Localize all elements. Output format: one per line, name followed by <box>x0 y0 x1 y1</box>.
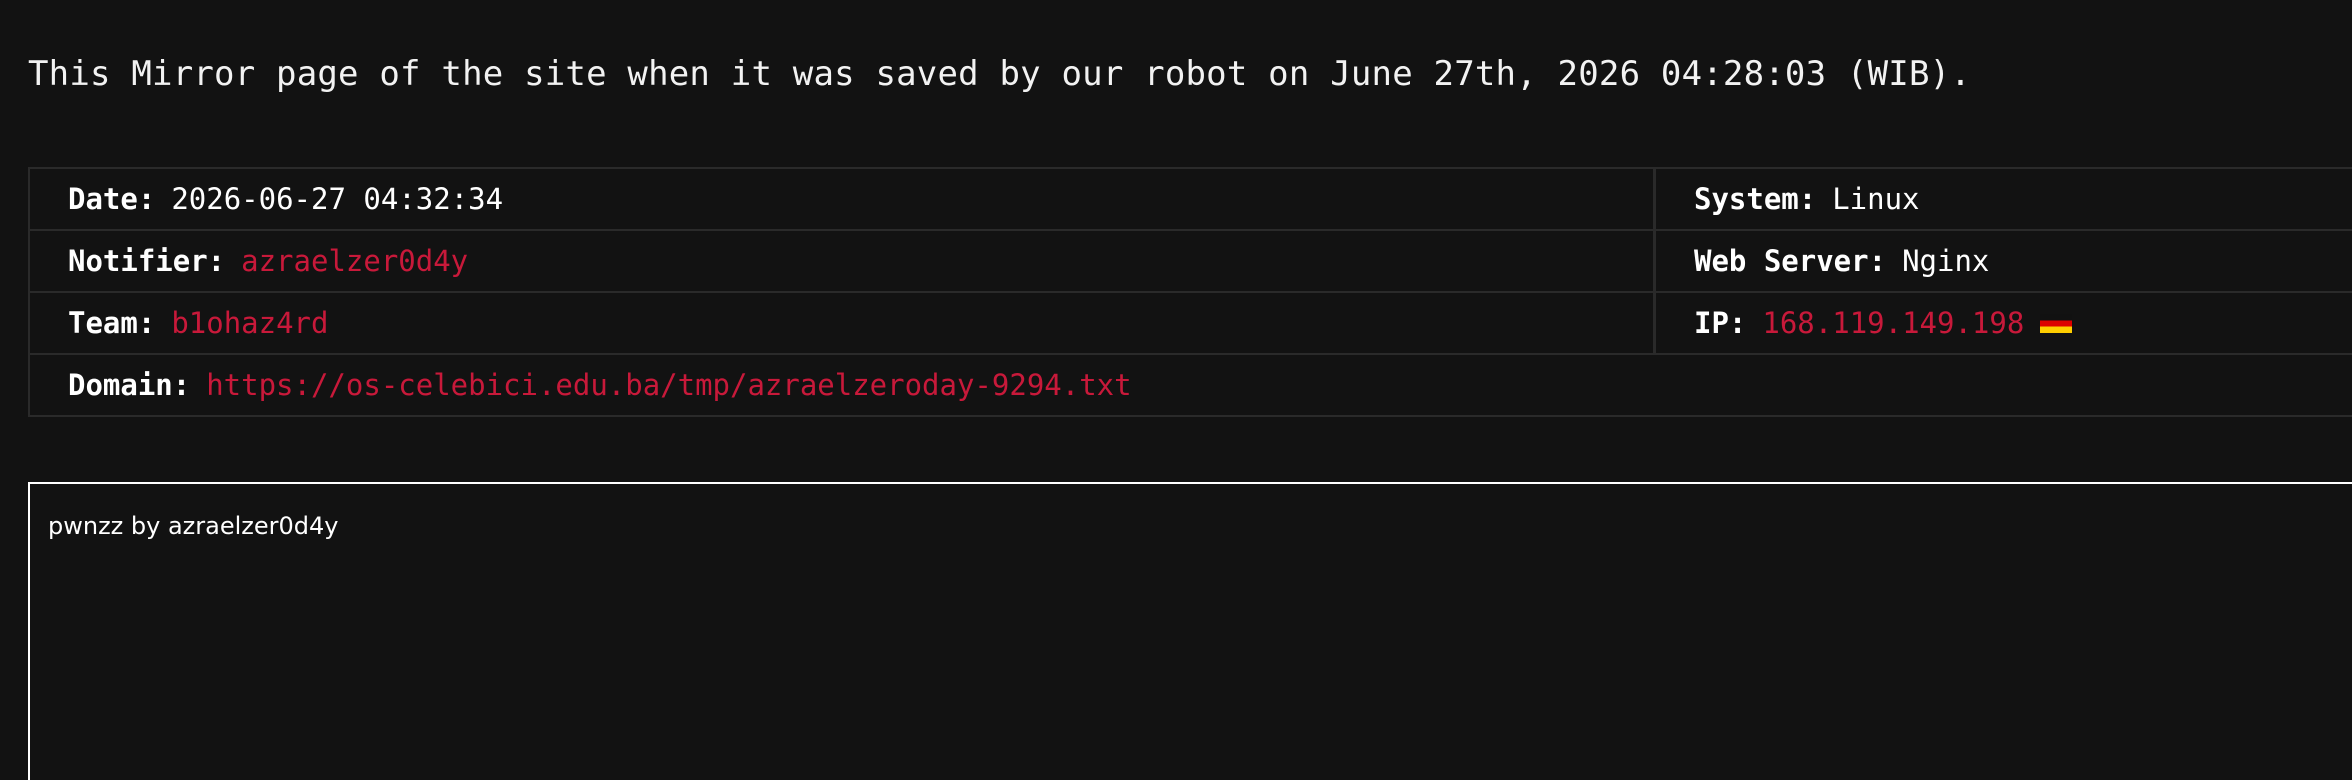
info-row-notifier-webserver: Notifier: azraelzer0d4y Web Server: Ngin… <box>30 231 2352 293</box>
ip-link[interactable]: 168.119.149.198 <box>1762 306 2024 340</box>
date-label: Date: <box>68 182 156 216</box>
date-value: 2026-06-27 04:32:34 <box>171 182 504 216</box>
system-value: Linux <box>1832 182 1920 216</box>
info-row-domain: Domain: https://os-celebici.edu.ba/tmp/a… <box>30 355 2352 415</box>
info-table: Date: 2026-06-27 04:32:34 System: Linux … <box>28 167 2352 417</box>
notifier-cell: Notifier: azraelzer0d4y <box>30 231 1656 291</box>
date-cell: Date: 2026-06-27 04:32:34 <box>30 169 1656 229</box>
mirror-content-frame: pwnzz by azraelzer0d4y <box>28 482 2352 780</box>
team-label: Team: <box>68 306 156 340</box>
mirror-header-text: This Mirror page of the site when it was… <box>28 54 1971 94</box>
team-cell: Team: b1ohaz4rd <box>30 293 1656 353</box>
info-row-date-system: Date: 2026-06-27 04:32:34 System: Linux <box>30 169 2352 231</box>
system-cell: System: Linux <box>1656 169 2352 229</box>
domain-link[interactable]: https://os-celebici.edu.ba/tmp/azraelzer… <box>206 368 1131 402</box>
system-label: System: <box>1694 182 1817 216</box>
info-row-team-ip: Team: b1ohaz4rd IP: 168.119.149.198 <box>30 293 2352 355</box>
domain-label: Domain: <box>68 368 191 402</box>
notifier-link[interactable]: azraelzer0d4y <box>241 244 468 278</box>
domain-cell: Domain: https://os-celebici.edu.ba/tmp/a… <box>30 355 2352 415</box>
webserver-value: Nginx <box>1902 244 1990 278</box>
mirror-content-text: pwnzz by azraelzer0d4y <box>48 512 339 540</box>
team-link[interactable]: b1ohaz4rd <box>171 306 328 340</box>
webserver-cell: Web Server: Nginx <box>1656 231 2352 291</box>
webserver-label: Web Server: <box>1694 244 1887 278</box>
germany-flag-icon <box>2040 313 2073 333</box>
ip-label: IP: <box>1694 306 1747 340</box>
ip-cell: IP: 168.119.149.198 <box>1656 293 2352 353</box>
notifier-label: Notifier: <box>68 244 226 278</box>
